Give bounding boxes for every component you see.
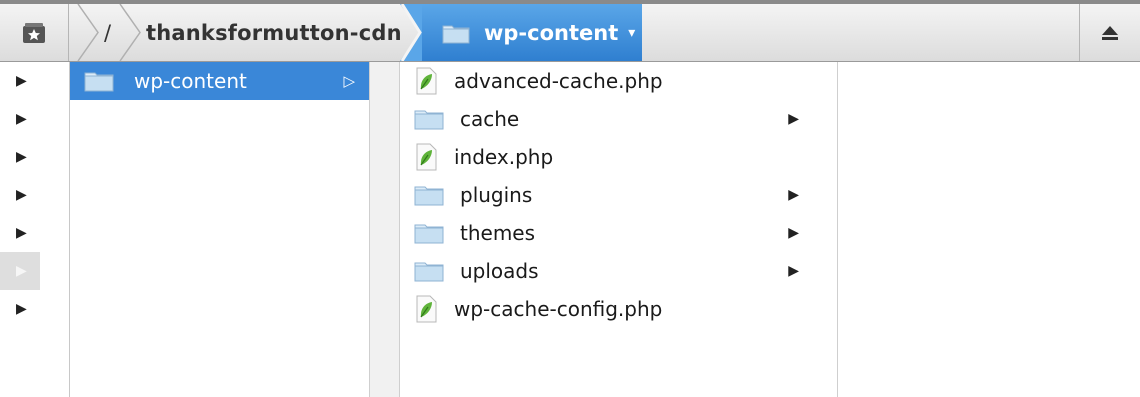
- list-item-folder[interactable]: themes ▶: [400, 214, 837, 252]
- breadcrumb-separator-icon: [400, 4, 422, 61]
- list-item-label: wp-content: [134, 69, 247, 93]
- php-file-icon: [416, 295, 437, 323]
- disclosure-triangle-icon[interactable]: ▶: [0, 62, 40, 100]
- path-bar: / thanksformutton-cdn wp-content ▾: [0, 0, 1140, 62]
- triangle-right-icon: ▶: [788, 111, 799, 127]
- php-file-icon: [416, 143, 437, 171]
- folder-icon: [442, 25, 470, 43]
- eject-button[interactable]: [1079, 4, 1140, 61]
- breadcrumb-host[interactable]: thanksformutton-cdn: [146, 4, 402, 61]
- list-item-label: index.php: [454, 145, 554, 169]
- eject-icon: [1102, 25, 1118, 40]
- breadcrumb-separator-icon: [119, 4, 141, 61]
- disclosure-triangle-icon[interactable]: ▶: [0, 290, 40, 328]
- list-item-label: advanced-cache.php: [454, 69, 663, 93]
- contents-column: advanced-cache.php cache ▶ index.php plu…: [400, 62, 838, 397]
- breadcrumb-root[interactable]: /: [104, 4, 111, 61]
- folder-icon: [414, 186, 444, 206]
- list-item-folder[interactable]: plugins ▶: [400, 176, 837, 214]
- list-item-label: cache: [460, 107, 520, 131]
- list-item-label: wp-cache-config.php: [454, 297, 663, 321]
- list-item-label: plugins: [460, 183, 533, 207]
- chevron-down-icon: ▾: [628, 24, 636, 41]
- disclosure-triangle-icon[interactable]: ▶: [0, 176, 40, 214]
- list-item-label: themes: [460, 221, 536, 245]
- disclosure-triangle-icon[interactable]: ▶: [0, 214, 40, 252]
- disclosure-triangle-icon[interactable]: ▶: [0, 252, 40, 290]
- breadcrumb-separator-icon: [77, 4, 99, 61]
- list-item-folder[interactable]: cache ▶: [400, 100, 837, 138]
- disclosure-triangle-icon[interactable]: ▶: [0, 138, 40, 176]
- triangle-right-icon: ▶: [788, 263, 799, 279]
- folder-column: wp-content ▷: [70, 62, 370, 397]
- star-box-icon: [23, 22, 45, 43]
- parent-column: ▶ ▶ ▶ ▶ ▶ ▶ ▶: [0, 62, 70, 397]
- folder-icon: [414, 262, 444, 282]
- list-item-file[interactable]: wp-cache-config.php: [400, 290, 837, 328]
- list-item-label: uploads: [460, 259, 539, 283]
- list-item-file[interactable]: index.php: [400, 138, 837, 176]
- folder-icon: [414, 110, 444, 130]
- list-item-file[interactable]: advanced-cache.php: [400, 62, 837, 100]
- list-item-wp-content[interactable]: wp-content ▷: [70, 62, 369, 100]
- disclosure-triangle-icon[interactable]: ▶: [0, 100, 40, 138]
- folder-icon: [84, 72, 114, 92]
- folder-icon: [414, 224, 444, 244]
- favorites-button[interactable]: [0, 4, 69, 61]
- list-item-folder[interactable]: uploads ▶: [400, 252, 837, 290]
- column-resize-gutter[interactable]: [370, 62, 400, 397]
- preview-column: [838, 62, 1140, 397]
- php-file-icon: [416, 67, 437, 95]
- triangle-right-icon: ▶: [788, 225, 799, 241]
- disclosure-arrow-icon: ▷: [343, 72, 355, 90]
- breadcrumb-current-label: wp-content: [484, 20, 619, 45]
- breadcrumb-current[interactable]: wp-content ▾: [420, 4, 642, 61]
- triangle-right-icon: ▶: [788, 187, 799, 203]
